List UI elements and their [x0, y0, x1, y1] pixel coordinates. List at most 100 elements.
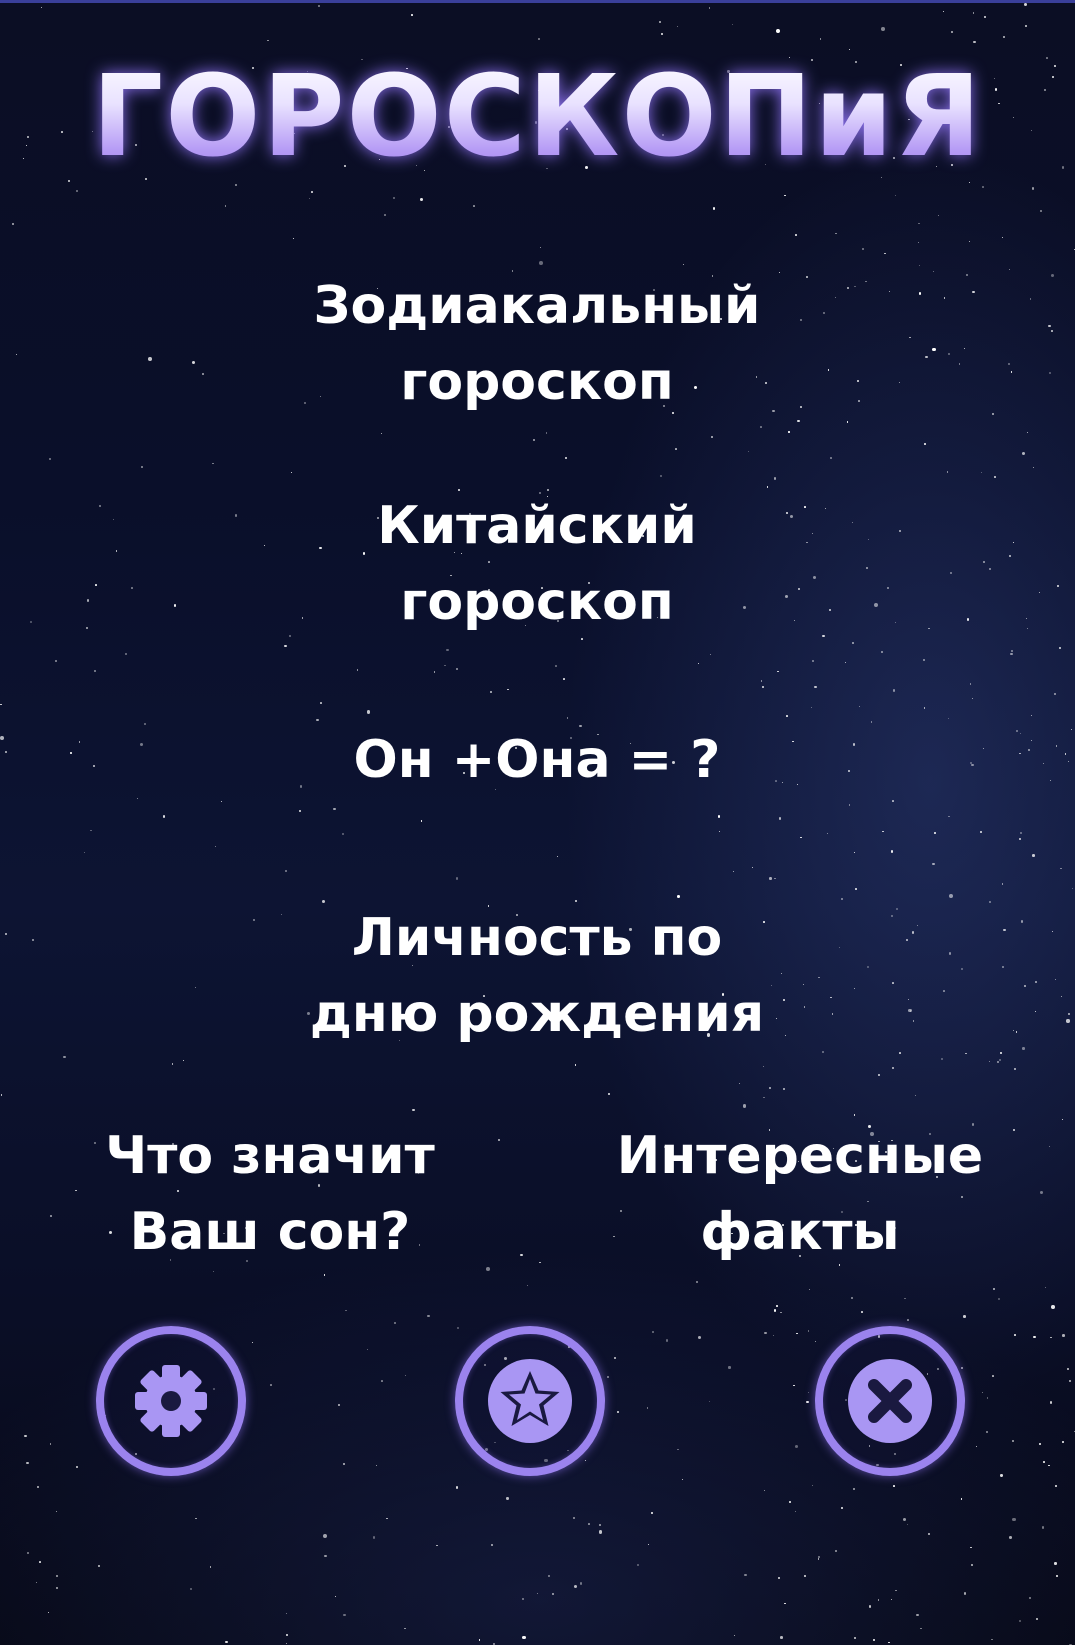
star [932, 863, 935, 866]
star [183, 1059, 185, 1061]
star [522, 1636, 526, 1640]
star [861, 1310, 863, 1313]
star [444, 664, 446, 666]
star [916, 1613, 919, 1617]
close-button[interactable] [815, 1326, 965, 1476]
star [853, 1114, 855, 1116]
star [93, 670, 96, 673]
star [1029, 298, 1032, 300]
star [574, 1064, 577, 1066]
star [928, 627, 930, 630]
star [774, 877, 776, 880]
star [841, 1507, 844, 1510]
star [960, 1497, 963, 1500]
star [997, 1061, 1000, 1064]
star [986, 1431, 989, 1434]
star [763, 1489, 765, 1491]
zodiac-horoscope-button[interactable]: Зодиакальный гороскоп [187, 268, 887, 420]
star [773, 476, 777, 480]
star [136, 797, 138, 799]
star [1049, 1401, 1053, 1404]
star [55, 1575, 58, 1578]
star [1033, 1335, 1036, 1339]
star [420, 198, 423, 202]
star [762, 1066, 764, 1068]
star [983, 748, 985, 750]
star [1060, 867, 1062, 869]
star [1059, 647, 1062, 650]
star [784, 1602, 786, 1604]
star [144, 723, 147, 726]
star [958, 363, 961, 365]
star [209, 1566, 212, 1569]
star [780, 1311, 782, 1313]
star [520, 1253, 523, 1257]
star [533, 439, 536, 442]
star [1010, 652, 1013, 656]
chinese-horoscope-button[interactable]: Китайский гороскоп [187, 488, 887, 640]
star [675, 448, 677, 450]
star [912, 1020, 915, 1022]
star [1069, 1380, 1072, 1383]
star [55, 1587, 58, 1590]
settings-button[interactable] [96, 1326, 246, 1476]
star [1054, 1562, 1057, 1565]
star [873, 1639, 875, 1641]
star [890, 850, 894, 853]
star [888, 290, 891, 293]
star [1054, 978, 1057, 981]
star [947, 471, 949, 473]
star [666, 1339, 669, 1342]
star [853, 1636, 856, 1639]
star [1002, 237, 1004, 239]
star [1061, 1441, 1064, 1444]
dream-meaning-button[interactable]: Что значит Ваш сон? [40, 1118, 500, 1270]
star [892, 689, 896, 692]
star [923, 443, 926, 445]
gear-icon [135, 1365, 207, 1437]
star [55, 1511, 57, 1513]
interesting-facts-button[interactable]: Интересные факты [560, 1118, 1040, 1270]
star [506, 1497, 509, 1500]
star [795, 1444, 799, 1448]
star [892, 1066, 895, 1070]
star-icon [488, 1359, 572, 1443]
star [456, 877, 459, 880]
compatibility-button[interactable]: Он +Она = ? [187, 722, 887, 798]
star [796, 1332, 798, 1335]
star [922, 658, 926, 662]
star [392, 196, 395, 199]
star [973, 12, 975, 14]
star [646, 1407, 649, 1409]
star [90, 829, 92, 832]
star [971, 763, 974, 766]
star [1057, 585, 1060, 588]
star [938, 214, 940, 217]
star [1034, 1010, 1037, 1013]
star [711, 436, 714, 439]
star [1016, 730, 1019, 733]
star [676, 25, 679, 28]
star [806, 1400, 809, 1403]
star [30, 620, 33, 623]
star [747, 450, 750, 452]
star [455, 1486, 459, 1489]
star [1068, 761, 1070, 763]
star [49, 458, 52, 461]
birthday-personality-button[interactable]: Личность по дню рождения [187, 900, 887, 1052]
star [86, 599, 90, 602]
star [979, 830, 982, 833]
star [457, 1327, 460, 1330]
star [1027, 628, 1029, 630]
star [572, 1517, 575, 1519]
star [427, 1314, 431, 1318]
star [1035, 981, 1037, 983]
star [284, 645, 287, 648]
star [852, 1487, 855, 1491]
star [1019, 832, 1022, 835]
star [224, 205, 227, 207]
favorites-button[interactable] [455, 1326, 605, 1476]
star [27, 1551, 30, 1554]
star [712, 207, 716, 210]
star [215, 846, 217, 848]
